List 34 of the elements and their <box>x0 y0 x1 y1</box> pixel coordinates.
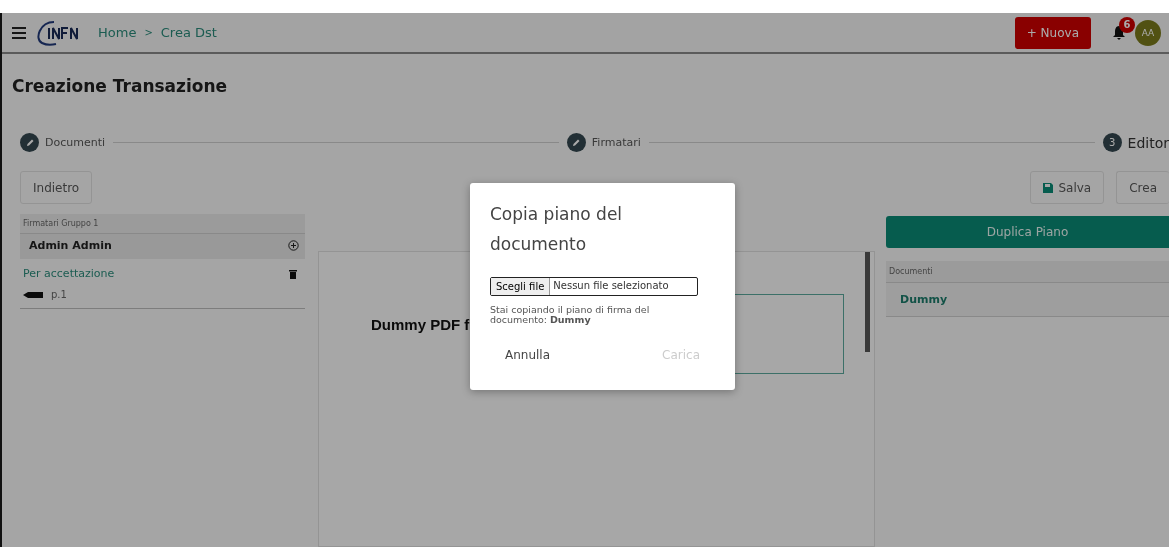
dialog-message: Stai copiando il piano di firma del documento: Dummy <box>490 305 651 325</box>
documents-header: Documenti <box>886 261 1169 283</box>
document-item[interactable]: Dummy <box>886 283 1169 317</box>
create-button[interactable]: Crea <box>1116 171 1169 204</box>
breadcrumb-link[interactable]: Crea Dst <box>160 25 217 40</box>
signature-type: Per accettazione <box>23 267 115 280</box>
page-title: Creazione Transazione <box>12 76 229 96</box>
breadcrumb-separator: > <box>144 27 153 38</box>
file-status: Nessun file selezionato <box>552 279 670 293</box>
pen-icon <box>23 291 43 298</box>
choose-file-button[interactable]: Scegli file <box>491 278 551 295</box>
pencil-icon <box>20 133 39 152</box>
document-text: Dummy PDF f <box>371 316 470 333</box>
floppy-icon <box>1043 182 1054 193</box>
notification-badge: 6 <box>1119 16 1135 33</box>
step-label[interactable]: Documenti <box>45 136 106 149</box>
page-number: p.1 <box>51 289 67 300</box>
trash-icon[interactable] <box>289 268 297 279</box>
step-number: 3 <box>1102 133 1122 152</box>
signer-row[interactable]: Admin Admin <box>20 234 305 259</box>
dialog-title: Copia piano del documento <box>490 203 624 256</box>
cancel-button[interactable]: Annulla <box>505 348 551 362</box>
add-icon[interactable] <box>288 240 299 251</box>
menu-icon[interactable] <box>12 26 26 39</box>
group-header: Firmatari Gruppo 1 <box>20 214 305 234</box>
pencil-icon <box>566 133 586 152</box>
back-button[interactable]: Indietro <box>20 171 93 204</box>
breadcrumb-link[interactable]: Home <box>98 25 137 40</box>
save-button[interactable]: Salva <box>1030 171 1105 204</box>
user-avatar[interactable]: AA <box>1135 19 1161 46</box>
duplicate-button[interactable]: Duplica Piano <box>886 216 1169 248</box>
new-button[interactable]: + Nuova <box>1014 16 1091 49</box>
step-label[interactable]: Firmatari <box>591 136 641 149</box>
step-label[interactable]: Editor <box>1127 134 1169 151</box>
